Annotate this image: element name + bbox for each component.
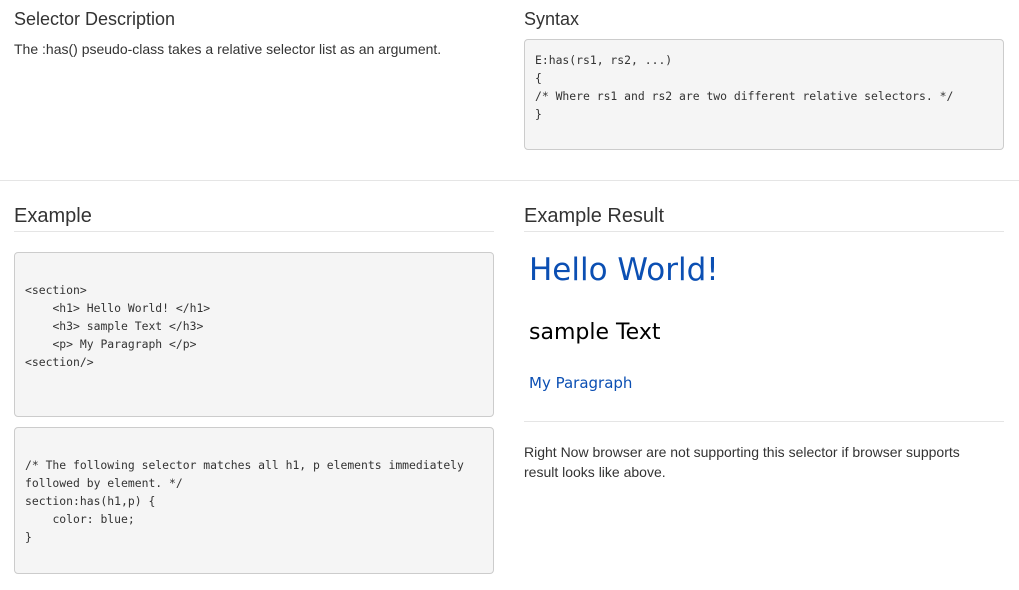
result-paragraph: My Paragraph: [529, 374, 633, 392]
syntax-code: E:has(rs1, rs2, ...) { /* Where rs1 and …: [535, 53, 954, 121]
syntax-title: Syntax: [524, 9, 580, 29]
example-html-code-block: <section> <h1> Hello World! </h1> <h3> s…: [14, 252, 494, 417]
result-heading-hello-world: Hello World!: [529, 252, 719, 288]
example-title-underline: [14, 231, 494, 232]
syntax-code-block: E:has(rs1, rs2, ...) { /* Where rs1 and …: [524, 39, 1004, 150]
browser-support-note: Right Now browser are not supporting thi…: [524, 444, 960, 480]
example-result-title-underline: [524, 231, 1004, 232]
example-css-code: /* The following selector matches all h1…: [25, 458, 464, 544]
example-result-title: Example Result: [524, 205, 665, 227]
selector-description-title: Selector Description: [14, 9, 176, 29]
result-divider: [524, 421, 1004, 422]
section-divider: [0, 180, 1019, 181]
result-subheading-sample-text: sample Text: [529, 320, 661, 345]
example-css-code-block: /* The following selector matches all h1…: [14, 427, 494, 574]
example-html-code: <section> <h1> Hello World! </h1> <h3> s…: [25, 283, 211, 369]
selector-description-text: The :has() pseudo-class takes a relative…: [14, 41, 442, 57]
example-title: Example: [14, 205, 92, 227]
